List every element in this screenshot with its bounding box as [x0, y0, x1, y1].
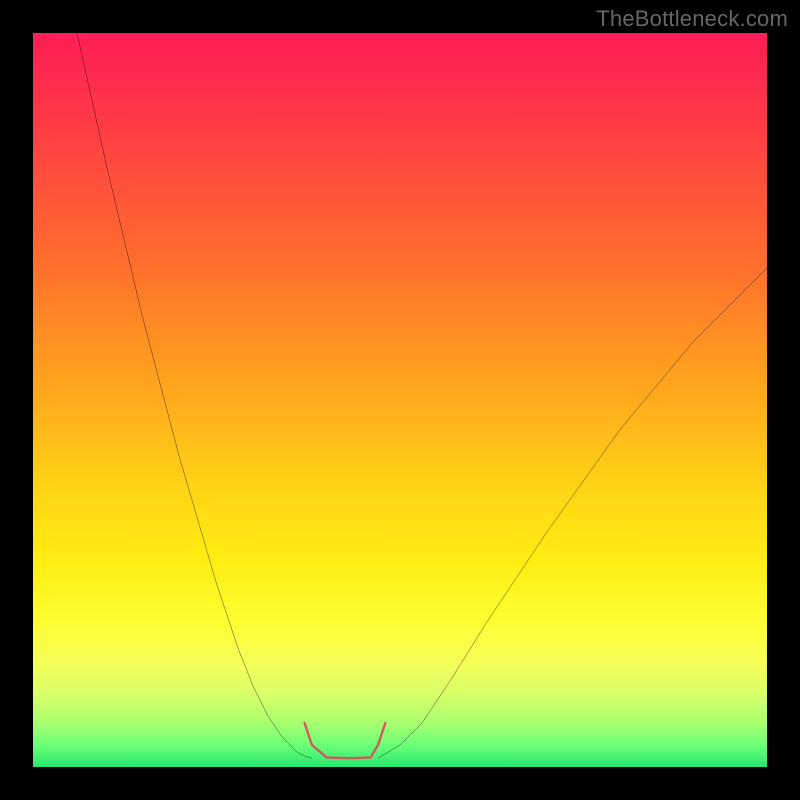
chart-frame: TheBottleneck.com [0, 0, 800, 800]
valley-highlight [305, 723, 386, 758]
watermark-text: TheBottleneck.com [596, 6, 788, 32]
right-curve [378, 268, 767, 758]
plot-area [33, 33, 767, 767]
curve-layer [33, 33, 767, 767]
left-curve [77, 33, 312, 758]
